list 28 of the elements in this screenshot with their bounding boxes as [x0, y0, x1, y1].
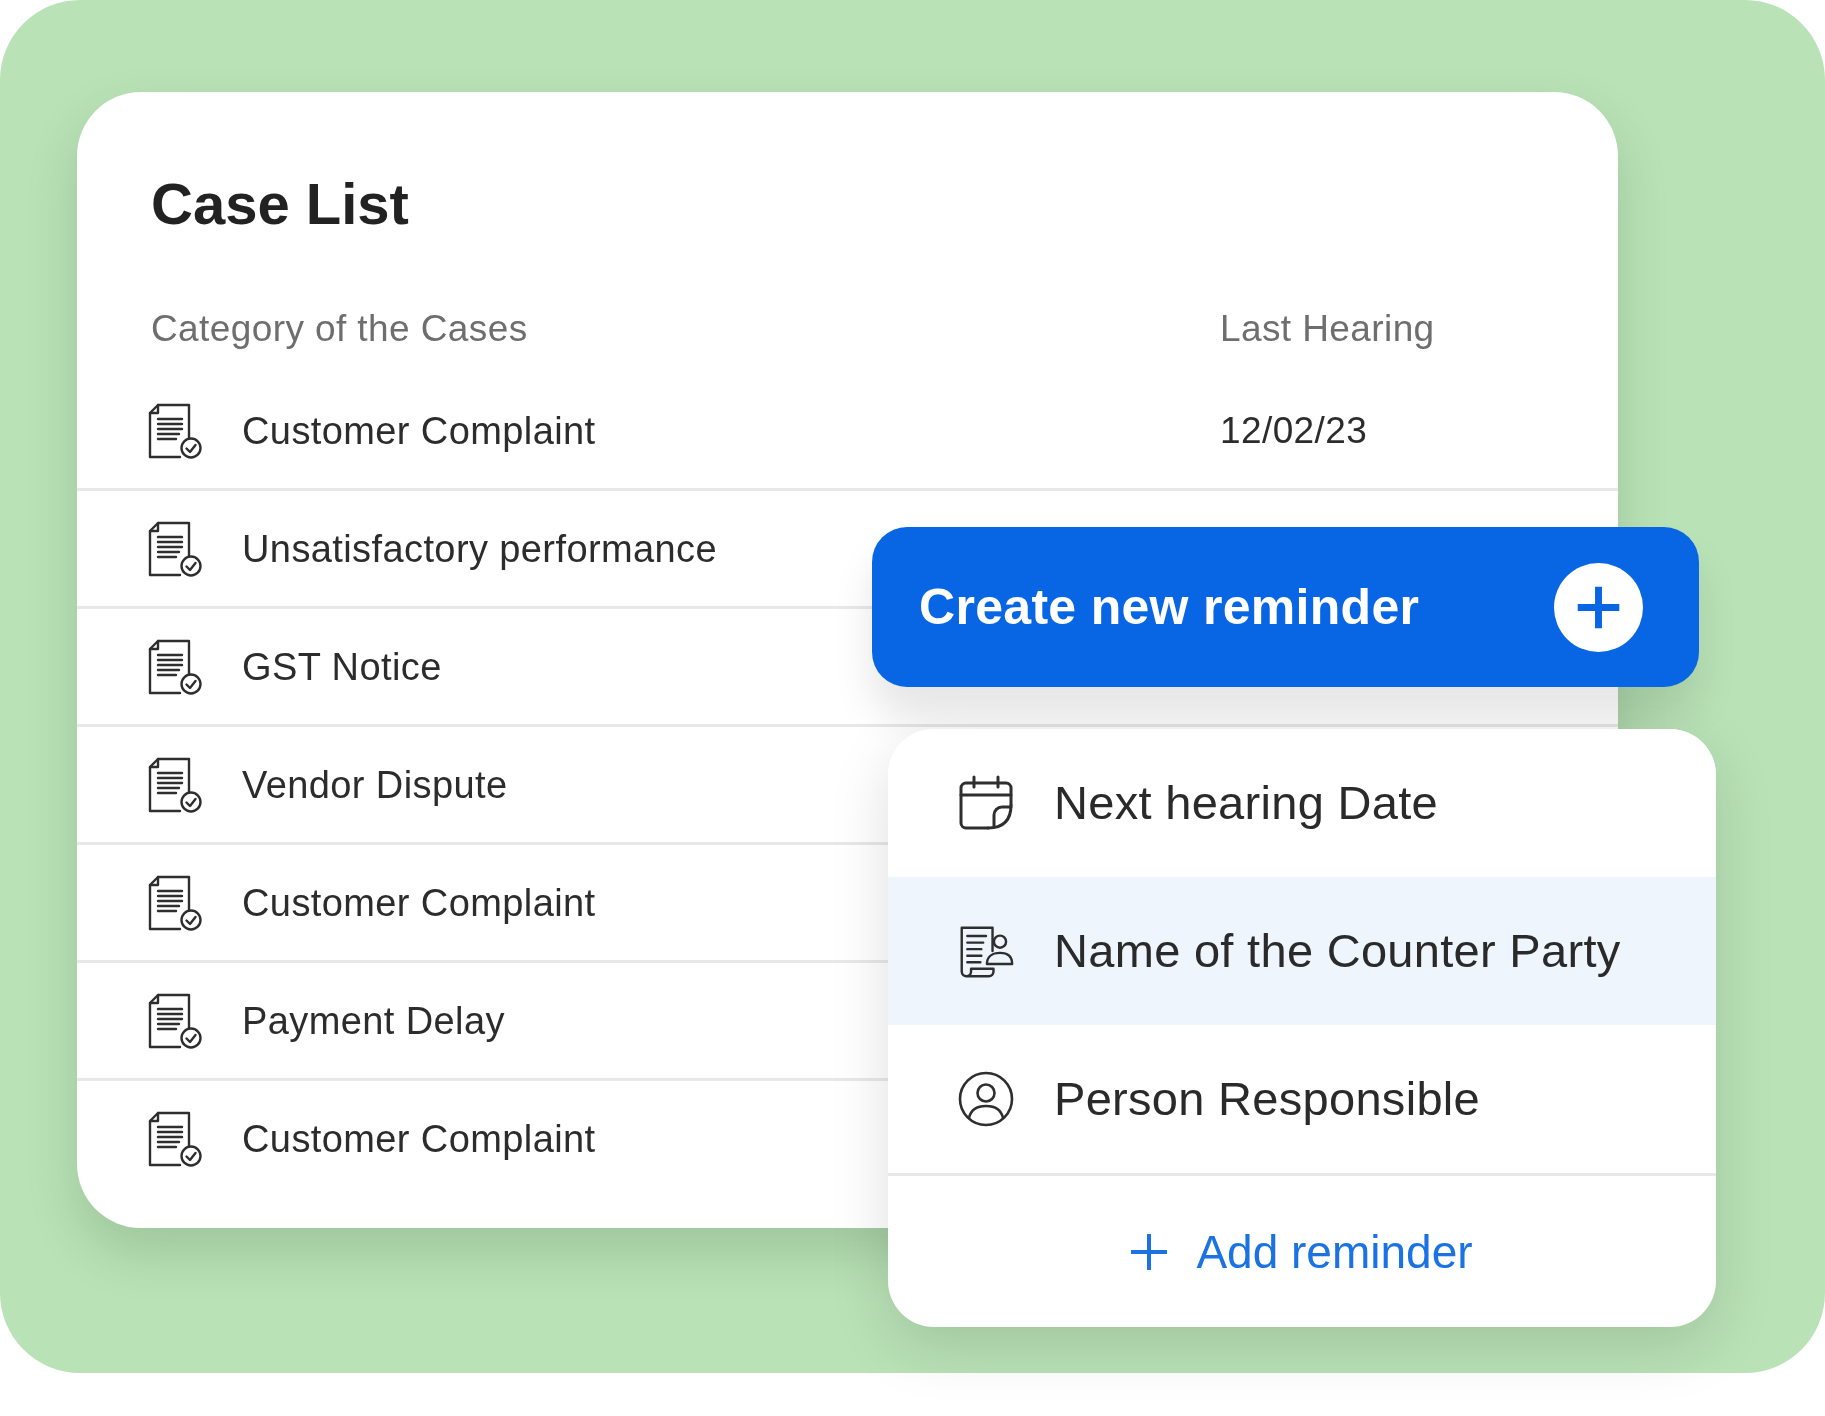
document-check-icon — [148, 874, 202, 931]
create-reminder-button[interactable]: Create new reminder — [872, 527, 1699, 687]
table-cell-text: Customer Complaint — [242, 1116, 596, 1162]
menu-item[interactable]: Name of the Counter Party — [888, 877, 1716, 1025]
table-cell-text: Vendor Dispute — [242, 762, 508, 808]
document-check-icon — [148, 756, 202, 813]
table-cell-text: Unsatisfactory performance — [242, 526, 718, 572]
document-person-icon — [958, 923, 1014, 979]
document-check-icon — [148, 402, 202, 459]
table-cell-text: Customer Complaint — [242, 408, 596, 454]
menu-item[interactable]: Next hearing Date — [888, 729, 1716, 877]
add-reminder-button[interactable]: Add reminder — [1131, 1223, 1473, 1280]
plus-icon — [1554, 562, 1643, 652]
column-header: Last Hearing — [1220, 307, 1435, 351]
menu-item[interactable]: Person Responsible — [888, 1025, 1716, 1173]
person-circle-icon — [958, 1071, 1014, 1127]
plus-icon — [1131, 1233, 1168, 1270]
document-check-icon — [148, 520, 202, 577]
document-check-icon — [148, 638, 202, 695]
document-check-icon — [148, 992, 202, 1049]
column-header: Category of the Cases — [151, 307, 528, 351]
case-list-title: Case List — [151, 170, 409, 238]
table-cell-text: Payment Delay — [242, 998, 505, 1044]
document-check-icon — [148, 1110, 202, 1167]
table-cell-text: Customer Complaint — [242, 880, 596, 926]
calendar-icon — [958, 775, 1014, 831]
date-cell-text: 12/02/23 — [1220, 408, 1368, 453]
table-cell-text: GST Notice — [242, 644, 442, 690]
